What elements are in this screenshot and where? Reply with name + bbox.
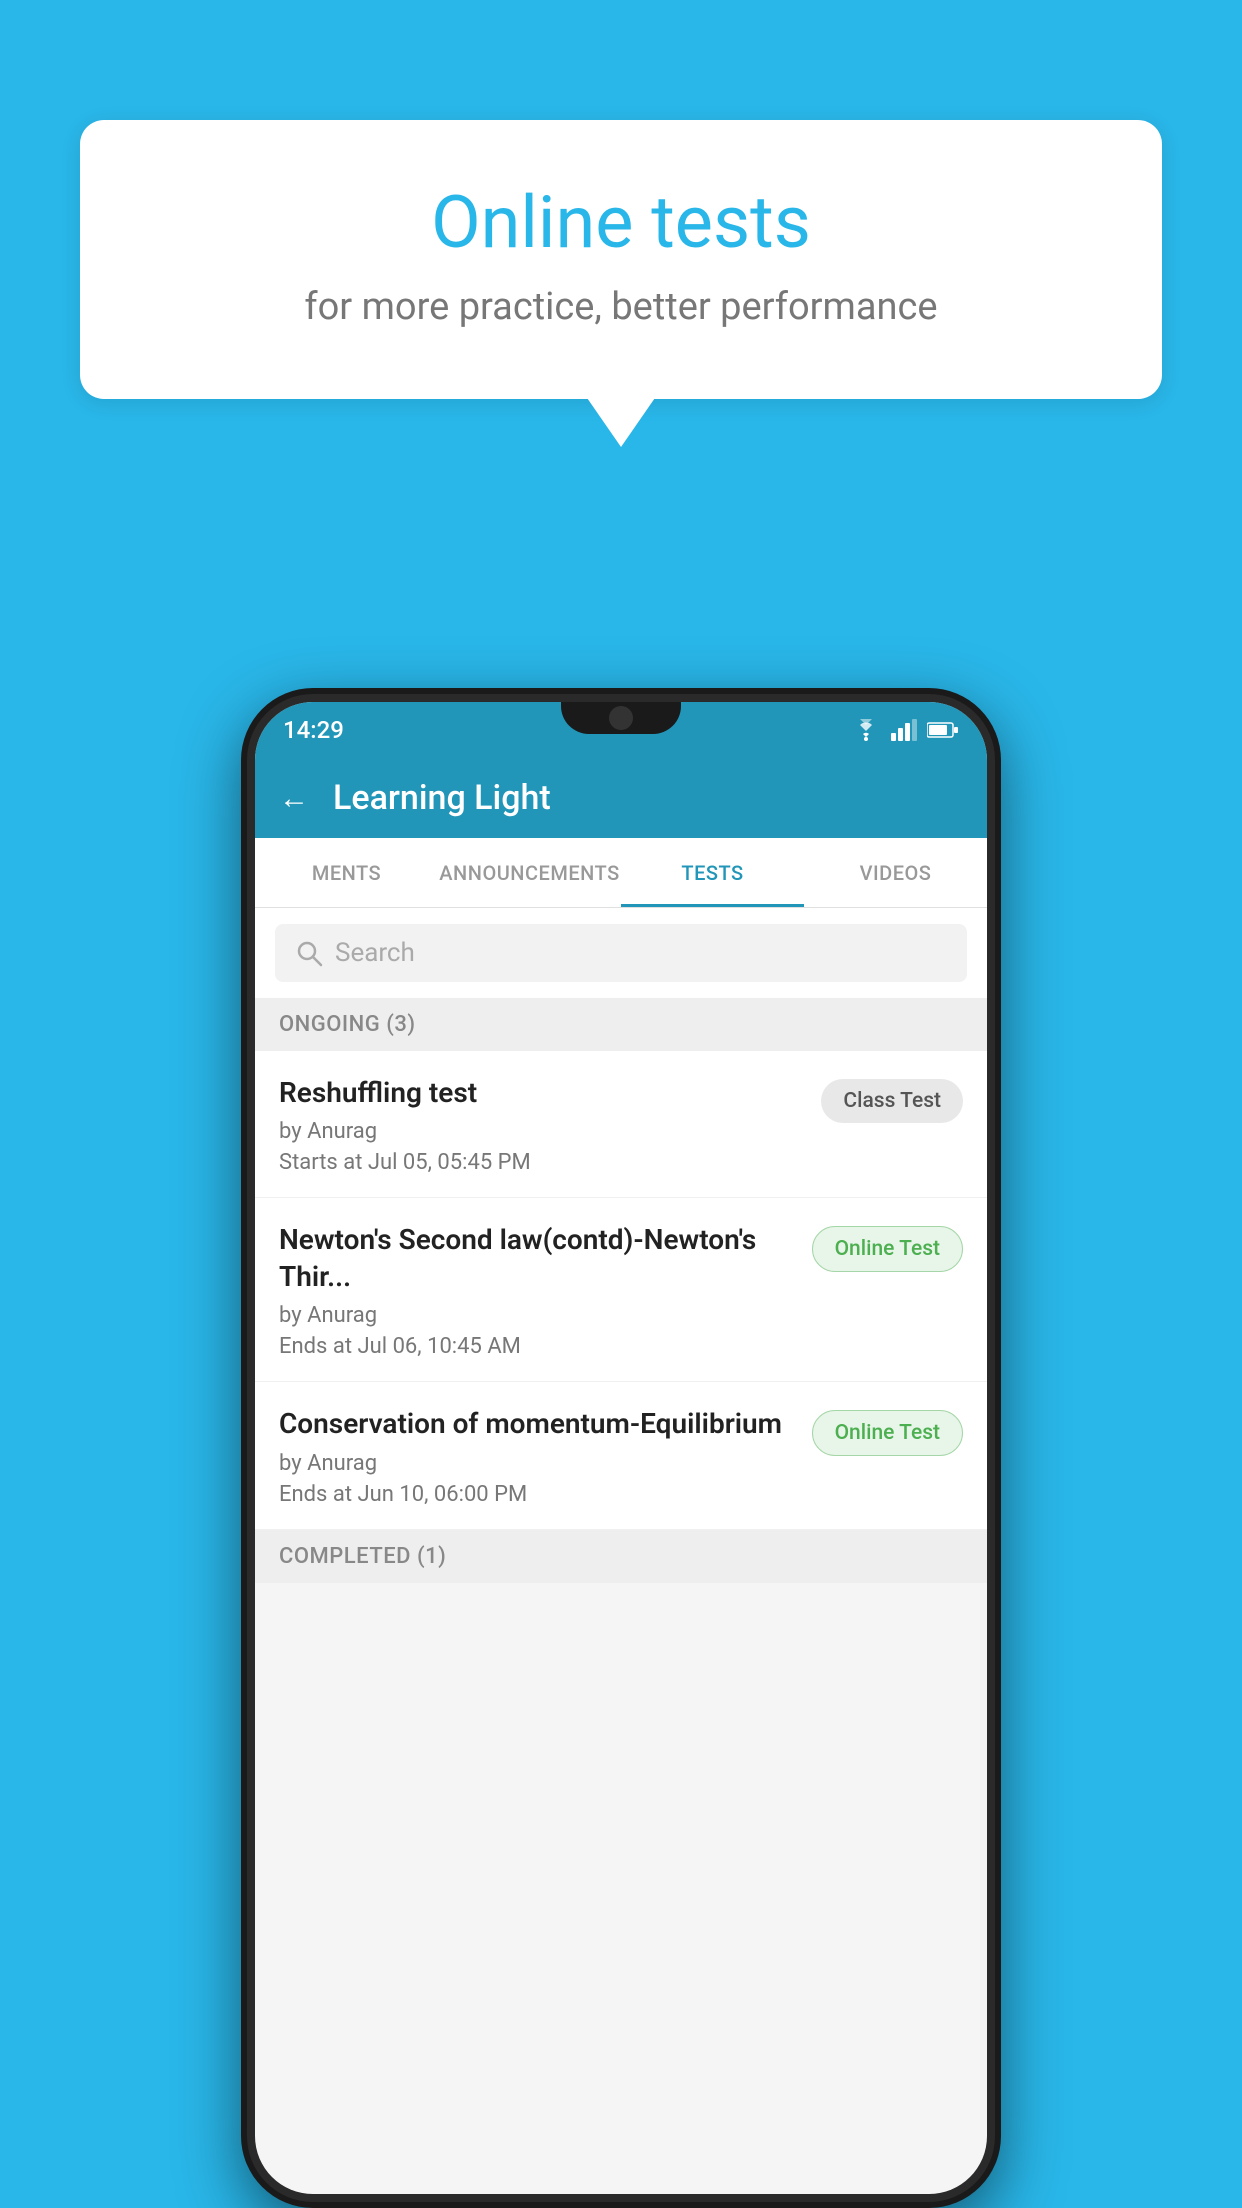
status-time: 14:29 — [283, 716, 344, 744]
test-info: Conservation of momentum-Equilibrium by … — [279, 1406, 796, 1506]
wifi-icon — [851, 719, 881, 741]
tab-videos[interactable]: VIDEOS — [804, 838, 987, 907]
test-name: Reshuffling test — [279, 1075, 805, 1111]
battery-icon — [927, 720, 959, 740]
test-item[interactable]: Newton's Second law(contd)-Newton's Thir… — [255, 1198, 987, 1382]
test-time: Starts at Jul 05, 05:45 PM — [279, 1150, 805, 1175]
test-name: Conservation of momentum-Equilibrium — [279, 1406, 796, 1442]
app-header: ← Learning Light — [255, 758, 987, 838]
search-container: Search — [255, 908, 987, 998]
app-title: Learning Light — [333, 778, 551, 818]
status-icons — [851, 719, 959, 741]
test-badge: Online Test — [812, 1410, 963, 1456]
tab-ments[interactable]: MENTS — [255, 838, 438, 907]
ongoing-label: ONGOING (3) — [279, 1012, 416, 1037]
phone-container: 14:29 — [241, 688, 1001, 2208]
test-list: Reshuffling test by Anurag Starts at Jul… — [255, 1051, 987, 1530]
test-badge: Class Test — [821, 1079, 963, 1123]
test-time: Ends at Jul 06, 10:45 AM — [279, 1334, 796, 1359]
tab-announcements[interactable]: ANNOUNCEMENTS — [438, 838, 621, 907]
bubble-subtitle: for more practice, better performance — [160, 285, 1082, 329]
tab-bar: MENTS ANNOUNCEMENTS TESTS VIDEOS — [255, 838, 987, 908]
signal-icon — [891, 719, 917, 741]
notch — [561, 702, 681, 734]
bubble-title: Online tests — [160, 180, 1082, 265]
speech-bubble-container: Online tests for more practice, better p… — [80, 120, 1162, 399]
test-info: Reshuffling test by Anurag Starts at Jul… — [279, 1075, 805, 1175]
completed-label: COMPLETED (1) — [279, 1544, 446, 1569]
back-button[interactable]: ← — [279, 781, 309, 816]
test-name: Newton's Second law(contd)-Newton's Thir… — [279, 1222, 796, 1295]
phone-frame: 14:29 — [241, 688, 1001, 2208]
test-by: by Anurag — [279, 1303, 796, 1328]
ongoing-section-header: ONGOING (3) — [255, 998, 987, 1051]
search-box[interactable]: Search — [275, 924, 967, 982]
test-by: by Anurag — [279, 1119, 805, 1144]
test-item[interactable]: Reshuffling test by Anurag Starts at Jul… — [255, 1051, 987, 1198]
phone-screen: 14:29 — [255, 702, 987, 2194]
test-badge: Online Test — [812, 1226, 963, 1272]
search-placeholder: Search — [335, 938, 415, 968]
test-by: by Anurag — [279, 1451, 796, 1476]
test-item[interactable]: Conservation of momentum-Equilibrium by … — [255, 1382, 987, 1529]
tab-tests[interactable]: TESTS — [621, 838, 804, 907]
test-info: Newton's Second law(contd)-Newton's Thir… — [279, 1222, 796, 1359]
speech-bubble: Online tests for more practice, better p… — [80, 120, 1162, 399]
completed-section-header: COMPLETED (1) — [255, 1530, 987, 1583]
test-time: Ends at Jun 10, 06:00 PM — [279, 1482, 796, 1507]
search-icon — [295, 939, 323, 967]
